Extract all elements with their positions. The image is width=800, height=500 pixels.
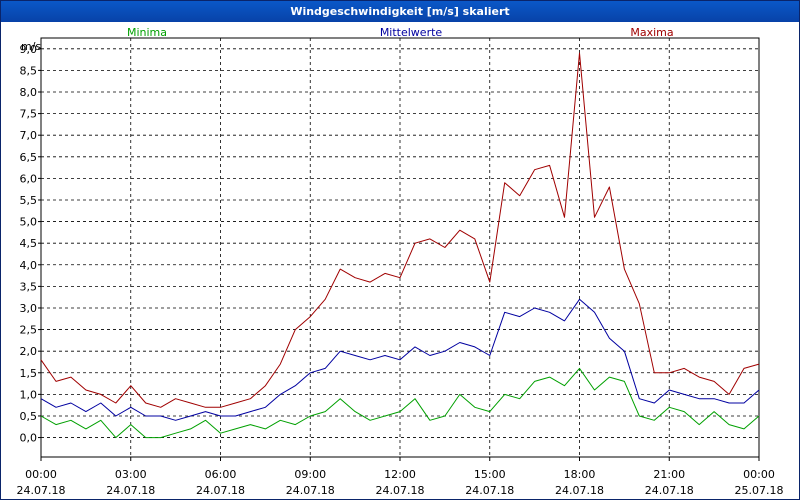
x-tick-time: 03:00 bbox=[115, 468, 147, 481]
x-tick-date: 24.07.18 bbox=[376, 484, 425, 497]
x-tick-date: 24.07.18 bbox=[645, 484, 694, 497]
y-tick-label: 7,5 bbox=[20, 108, 38, 121]
y-tick-label: 8,0 bbox=[20, 86, 38, 99]
y-tick-label: 0,0 bbox=[20, 432, 38, 445]
y-tick-label: 2,5 bbox=[20, 324, 38, 337]
x-tick-date: 24.07.18 bbox=[17, 484, 66, 497]
legend-maxima: Maxima bbox=[630, 26, 673, 39]
x-tick-time: 09:00 bbox=[294, 468, 326, 481]
x-tick-date: 25.07.18 bbox=[735, 484, 784, 497]
legend-mittelwerte: Mittelwerte bbox=[380, 26, 443, 39]
x-tick-date: 24.07.18 bbox=[286, 484, 335, 497]
y-tick-label: 8,5 bbox=[20, 64, 38, 77]
y-tick-label: 0,5 bbox=[20, 410, 38, 423]
y-tick-label: 4,5 bbox=[20, 237, 38, 250]
y-tick-label: 4,0 bbox=[20, 259, 38, 272]
y-tick-label: 3,5 bbox=[20, 280, 38, 293]
y-tick-label: 3,0 bbox=[20, 302, 38, 315]
x-tick-date: 24.07.18 bbox=[465, 484, 514, 497]
chart-svg: 0,0 0,5 1,0 1,5 2,0 2,5 3,0 3,5 4,0 4,5 5,0 5,5 6,0 6… bbox=[17, 26, 784, 497]
y-tick-label: 6,0 bbox=[20, 172, 38, 185]
x-tick-time: 15:00 bbox=[474, 468, 506, 481]
series-line-minima bbox=[40, 367, 760, 439]
y-tick-label: 7,0 bbox=[20, 129, 38, 142]
legend-minima: Minima bbox=[127, 26, 167, 39]
x-tick-time: 00:00 bbox=[25, 468, 57, 481]
x-tick-date: 24.07.18 bbox=[196, 484, 245, 497]
x-tick-time: 12:00 bbox=[384, 468, 416, 481]
x-tick-time: 06:00 bbox=[205, 468, 237, 481]
y-tick-label: 6,5 bbox=[20, 151, 38, 164]
y-tick-label: 5,0 bbox=[20, 216, 38, 229]
x-tick-time: 00:00 bbox=[743, 468, 775, 481]
x-tick-time: 18:00 bbox=[564, 468, 596, 481]
x-tick-date: 24.07.18 bbox=[555, 484, 604, 497]
x-tick-time: 21:00 bbox=[653, 468, 685, 481]
x-tick-date: 24.07.18 bbox=[106, 484, 155, 497]
chart-window: Windgeschwindigkeit [m/s] skaliert 0,0 0,… bbox=[0, 0, 800, 500]
window-title: Windgeschwindigkeit [m/s] skaliert bbox=[1, 1, 799, 22]
y-tick-label: 2,0 bbox=[20, 345, 38, 358]
y-tick-label: 5,5 bbox=[20, 194, 38, 207]
y-tick-label: 1,5 bbox=[20, 367, 38, 380]
y-tick-label: 1,0 bbox=[20, 388, 38, 401]
y-axis-label: m/s bbox=[21, 40, 41, 53]
